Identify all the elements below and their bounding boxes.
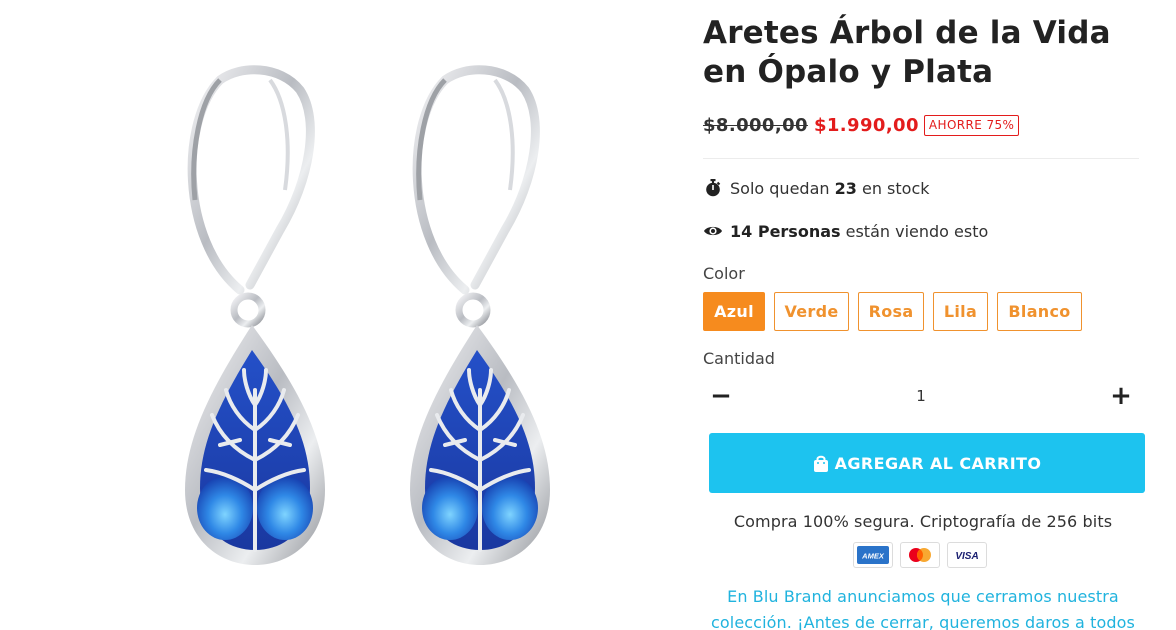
promo-text: En Blu Brand anunciamos que cerramos nue… xyxy=(703,584,1143,630)
color-option-blanco[interactable]: Blanco xyxy=(997,292,1082,331)
promo-line-2: colección. ¡Antes de cerrar, queremos da… xyxy=(711,613,1135,630)
compare-price: $8.000,00 xyxy=(703,115,808,136)
quantity-input[interactable]: 1 xyxy=(916,387,926,405)
secure-purchase-text: Compra 100% segura. Criptografía de 256 … xyxy=(733,512,1113,531)
product-image[interactable] xyxy=(160,60,580,580)
product-title: Aretes Árbol de la Vida en Ópalo y Plata xyxy=(703,15,1111,90)
earring-right xyxy=(410,65,550,565)
add-to-cart-button[interactable]: AGREGAR AL CARRITO xyxy=(709,433,1145,493)
promo-line-1: En Blu Brand anunciamos que cerramos nue… xyxy=(727,587,1119,606)
color-options: Azul Verde Rosa Lila Blanco xyxy=(703,292,1091,331)
product-gallery xyxy=(0,0,690,630)
earring-left xyxy=(185,65,325,565)
price-row: $8.000,00 $1.990,00 AHORRE 75% xyxy=(703,115,1020,136)
stopwatch-icon xyxy=(703,178,723,198)
quantity-increase-button[interactable]: + xyxy=(1103,378,1139,414)
viewers-indicator: 14 Personas están viendo esto xyxy=(703,221,988,241)
discount-badge: AHORRE 75% xyxy=(923,115,1020,136)
add-to-cart-label: AGREGAR AL CARRITO xyxy=(834,453,1042,473)
svg-text:AMEX: AMEX xyxy=(861,552,885,561)
payment-methods: AMEX VISA xyxy=(853,542,994,568)
sale-price: $1.990,00 xyxy=(813,115,919,136)
shopping-bag-icon xyxy=(813,455,829,472)
color-option-azul[interactable]: Azul xyxy=(703,292,765,331)
stock-count: 23 xyxy=(834,178,857,198)
stock-suffix: en stock xyxy=(861,178,930,198)
quantity-decrease-button[interactable]: − xyxy=(703,378,739,414)
quantity-stepper: − 1 + xyxy=(703,378,1139,414)
mastercard-icon xyxy=(900,542,940,568)
stock-indicator: Solo quedan 23 en stock xyxy=(703,178,930,198)
eye-icon xyxy=(703,221,723,241)
color-option-lila[interactable]: Lila xyxy=(933,292,988,331)
color-option-rosa[interactable]: Rosa xyxy=(858,292,924,331)
divider xyxy=(703,158,1139,159)
color-label: Color xyxy=(703,264,745,283)
svg-text:VISA: VISA xyxy=(955,551,978,562)
viewers-suffix: están viendo esto xyxy=(845,221,989,241)
visa-icon: VISA xyxy=(947,542,987,568)
viewers-count: 14 Personas xyxy=(730,221,841,241)
amex-icon: AMEX xyxy=(853,542,893,568)
stock-prefix: Solo quedan xyxy=(730,178,830,198)
quantity-label: Cantidad xyxy=(703,349,775,368)
color-option-verde[interactable]: Verde xyxy=(774,292,849,331)
